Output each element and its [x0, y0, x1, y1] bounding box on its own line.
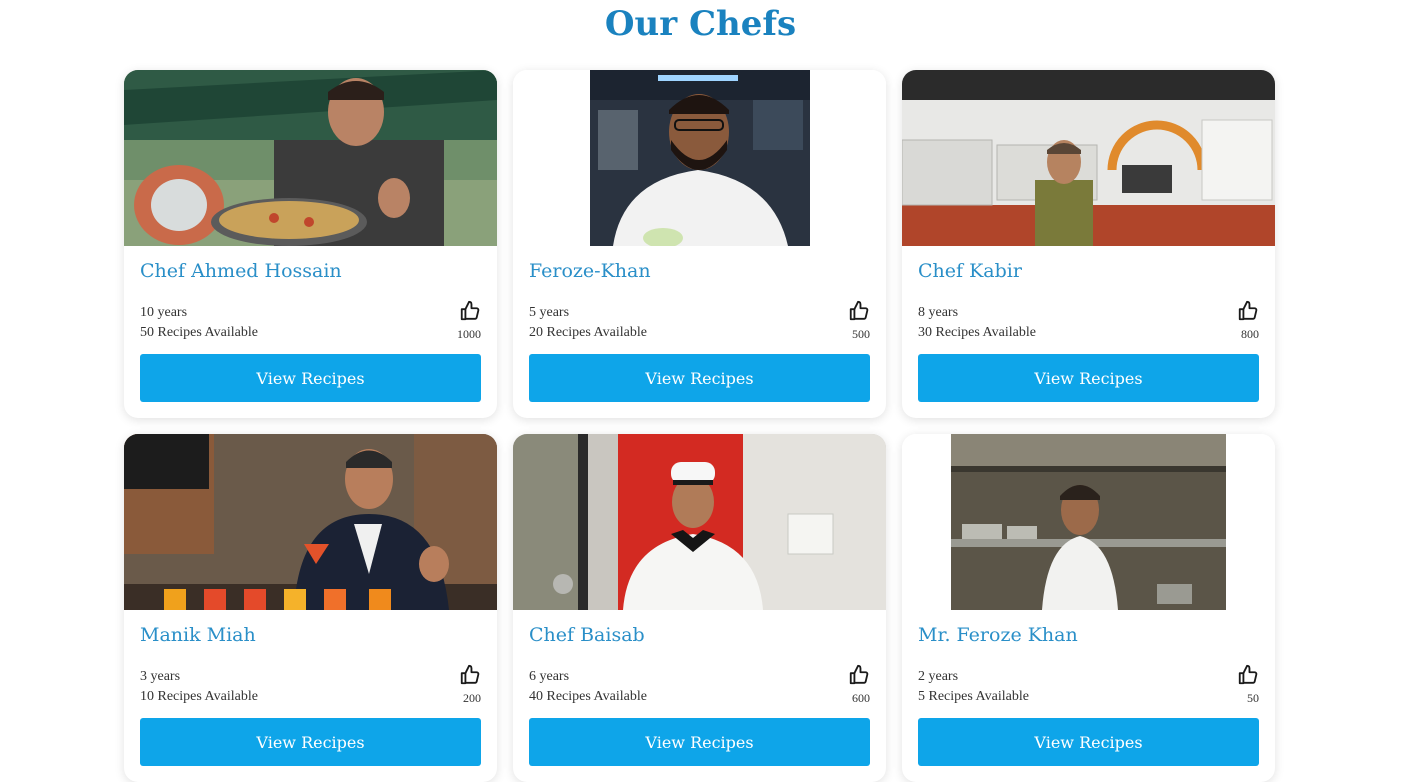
- chef-meta: 6 years 40 Recipes Available: [529, 667, 647, 707]
- chef-experience: 5 years: [529, 305, 570, 320]
- view-recipes-button[interactable]: View Recipes: [918, 354, 1259, 402]
- chef-meta: 5 years 20 Recipes Available: [529, 303, 647, 343]
- like-count: 1000: [457, 327, 481, 341]
- view-recipes-button[interactable]: View Recipes: [140, 718, 481, 766]
- chef-recipes-count: 10 Recipes Available: [140, 689, 258, 704]
- chef-name: Chef Baisab: [529, 624, 645, 646]
- chef-card: Chef Baisab 6 years 40 Recipes Available…: [513, 434, 886, 782]
- chef-recipes-count: 5 Recipes Available: [918, 689, 1029, 704]
- view-recipes-button[interactable]: View Recipes: [529, 354, 870, 402]
- chef-recipes-count: 40 Recipes Available: [529, 689, 647, 704]
- thumbs-up-icon[interactable]: [848, 300, 870, 322]
- chef-name: Feroze-Khan: [529, 260, 651, 282]
- like-count: 600: [852, 691, 870, 705]
- chef-meta: 10 years 50 Recipes Available: [140, 303, 258, 343]
- chef-experience: 6 years: [529, 669, 570, 684]
- thumbs-up-icon[interactable]: [848, 664, 870, 686]
- page-title: Our Chefs: [604, 4, 797, 44]
- chef-card: Chef Kabir 8 years 30 Recipes Available …: [902, 70, 1275, 418]
- thumbs-up-icon[interactable]: [459, 300, 481, 322]
- chef-card: Chef Ahmed Hossain 10 years 50 Recipes A…: [124, 70, 497, 418]
- chef-name: Mr. Feroze Khan: [918, 624, 1078, 646]
- chef-photo: [513, 434, 886, 610]
- view-recipes-button[interactable]: View Recipes: [140, 354, 481, 402]
- likes: 600: [830, 664, 870, 706]
- chef-meta: 2 years 5 Recipes Available: [918, 667, 1029, 707]
- like-count: 200: [463, 691, 481, 705]
- chef-experience: 8 years: [918, 305, 959, 320]
- chef-photo: [902, 70, 1275, 246]
- chef-photo: [902, 434, 1275, 610]
- chef-grid: Chef Ahmed Hossain 10 years 50 Recipes A…: [124, 70, 1275, 782]
- chef-card: Mr. Feroze Khan 2 years 5 Recipes Availa…: [902, 434, 1275, 782]
- thumbs-up-icon[interactable]: [1237, 664, 1259, 686]
- likes: 800: [1219, 300, 1259, 342]
- chef-photo: [513, 70, 886, 246]
- chef-card: Manik Miah 3 years 10 Recipes Available …: [124, 434, 497, 782]
- like-count: 800: [1241, 327, 1259, 341]
- likes: 200: [441, 664, 481, 706]
- chef-meta: 8 years 30 Recipes Available: [918, 303, 1036, 343]
- chef-recipes-count: 20 Recipes Available: [529, 325, 647, 340]
- likes: 50: [1219, 664, 1259, 706]
- likes: 500: [830, 300, 870, 342]
- chef-meta: 3 years 10 Recipes Available: [140, 667, 258, 707]
- chef-name: Manik Miah: [140, 624, 256, 646]
- view-recipes-button[interactable]: View Recipes: [529, 718, 870, 766]
- chef-photo: [124, 434, 497, 610]
- view-recipes-button[interactable]: View Recipes: [918, 718, 1259, 766]
- like-count: 500: [852, 327, 870, 341]
- chef-recipes-count: 50 Recipes Available: [140, 325, 258, 340]
- like-count: 50: [1247, 691, 1259, 705]
- chef-experience: 2 years: [918, 669, 959, 684]
- chef-experience: 3 years: [140, 669, 181, 684]
- thumbs-up-icon[interactable]: [1237, 300, 1259, 322]
- thumbs-up-icon[interactable]: [459, 664, 481, 686]
- chef-name: Chef Ahmed Hossain: [140, 260, 342, 282]
- chef-photo: [124, 70, 497, 246]
- chef-card: Feroze-Khan 5 years 20 Recipes Available…: [513, 70, 886, 418]
- likes: 1000: [441, 300, 481, 342]
- chef-experience: 10 years: [140, 305, 188, 320]
- chef-recipes-count: 30 Recipes Available: [918, 325, 1036, 340]
- chef-name: Chef Kabir: [918, 260, 1022, 282]
